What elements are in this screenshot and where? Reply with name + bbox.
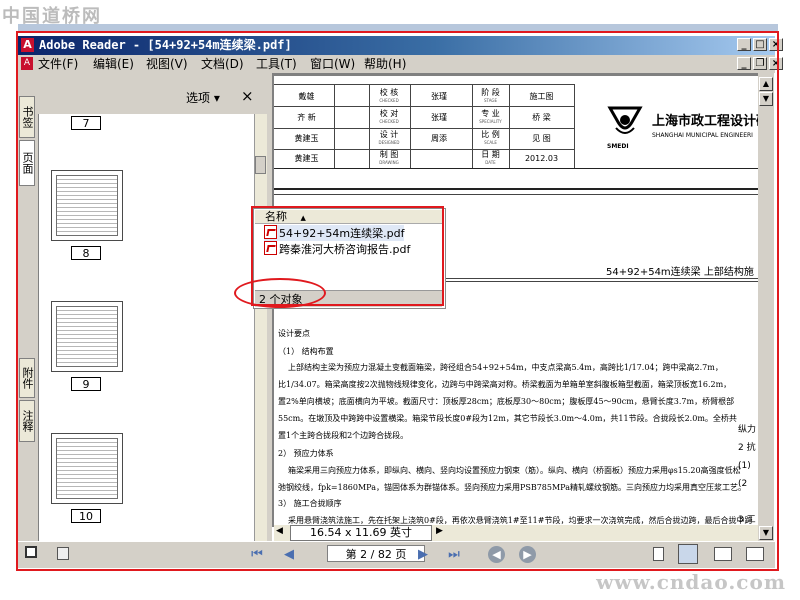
annotation-frame — [16, 31, 779, 571]
watermark-bottom: www.cndao.com — [596, 570, 786, 594]
